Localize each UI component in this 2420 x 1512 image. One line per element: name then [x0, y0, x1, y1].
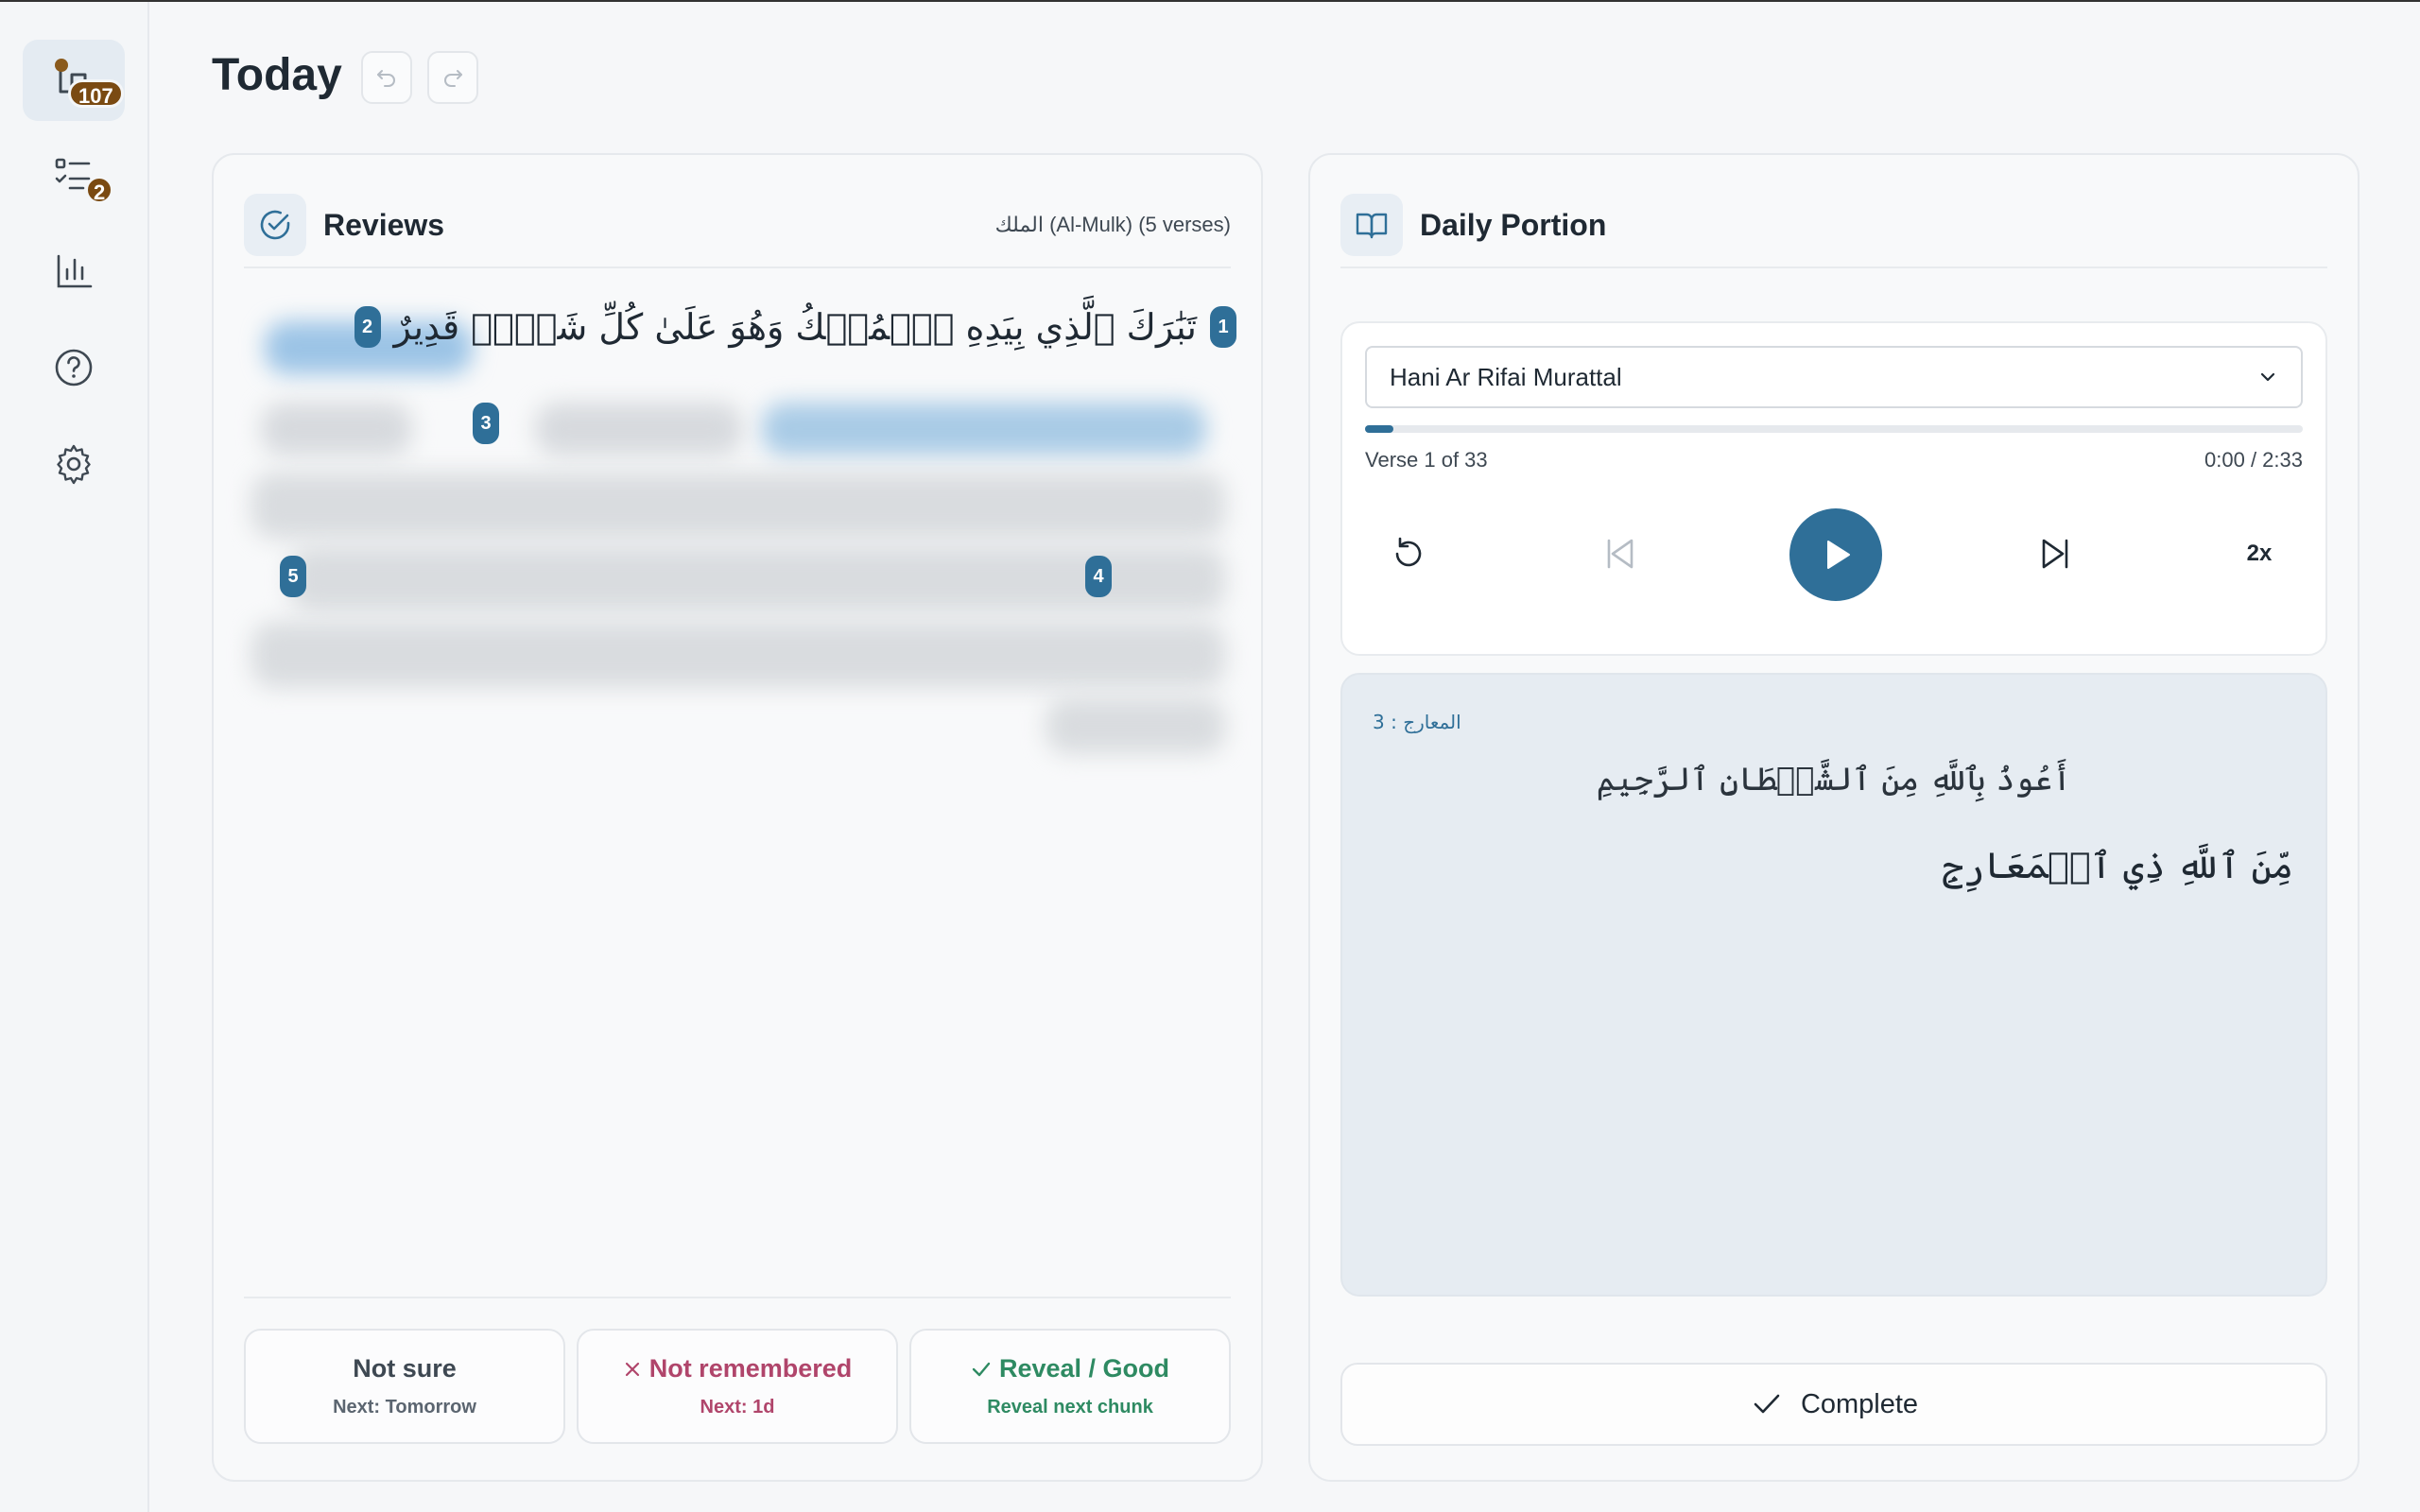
sidebar-item-settings[interactable]: [23, 423, 125, 505]
time-display: 0:00 / 2:33: [2204, 448, 2303, 472]
reviews-panel: Reviews الملك (Al-Mulk) (5 verses) 1 تَب…: [212, 153, 1263, 1482]
complete-label: Complete: [1800, 1388, 1919, 1419]
bar-chart-icon: [57, 254, 93, 288]
play-button[interactable]: [1789, 508, 1882, 601]
reviews-header: Reviews الملك (Al-Mulk) (5 verses): [244, 183, 1231, 268]
book-open-icon: [1356, 213, 1388, 239]
skip-forward-icon: [2042, 539, 2068, 569]
check-icon: [1754, 1394, 1780, 1414]
reciter-select[interactable]: Hani Ar Rifai Murattal: [1365, 346, 2303, 408]
verse-position: Verse 1 of 33: [1365, 448, 1488, 472]
audio-progress-fill: [1365, 425, 1393, 433]
redo-button[interactable]: [427, 51, 478, 104]
next-button[interactable]: [2027, 525, 2083, 582]
hidden-verse-blur: [261, 403, 412, 455]
chevron-down-icon: [2260, 372, 2275, 382]
daily-portion-header: Daily Portion: [1340, 183, 2327, 268]
not-remembered-label: Not remembered: [648, 1354, 853, 1383]
sidebar: 107 2: [0, 2, 149, 1512]
notification-dot: [55, 59, 68, 72]
tasks-badge: 2: [85, 176, 114, 204]
sidebar-item-stats[interactable]: [23, 231, 125, 312]
undo-icon: [377, 70, 395, 87]
verse-reference: المعارج : 3: [1373, 711, 1461, 733]
verse-text: تَبَٰرَكَ ٱلَّذِي بِيَدِهِ ٱلۡمُلۡكُ وَه…: [393, 306, 1197, 348]
reviews-icon-box: [244, 194, 306, 256]
reading-verse-text: مِّنَ ٱللَّهِ ذِي ٱلۡمَعَارِجِ: [1942, 845, 2293, 886]
not-remembered-button[interactable]: Not remembered Next: 1d: [577, 1329, 898, 1444]
reciter-value: Hani Ar Rifai Murattal: [1390, 362, 1622, 391]
surah-meta: الملك (Al-Mulk) (5 verses): [994, 213, 1231, 236]
audio-player: Hani Ar Rifai Murattal Verse 1 of 33 0:0…: [1340, 321, 2327, 656]
not-sure-label: Not sure: [353, 1354, 457, 1383]
hidden-verse-blur: [1046, 697, 1225, 754]
help-icon: [55, 349, 93, 387]
sidebar-item-memorize[interactable]: 107: [23, 40, 125, 121]
verse-number: 1: [1210, 306, 1236, 348]
memorize-badge: 107: [68, 79, 124, 108]
previous-button[interactable]: [1592, 525, 1649, 582]
skip-back-icon: [1607, 539, 1634, 569]
hidden-verse-blur: [535, 403, 743, 455]
verse-number: 5: [280, 556, 306, 597]
replay-icon: [1395, 537, 1422, 567]
sidebar-item-tasks[interactable]: 2: [23, 134, 125, 215]
verse-number: 2: [354, 306, 381, 348]
close-icon: [625, 1362, 639, 1376]
audio-progress-bar[interactable]: [1365, 425, 2303, 433]
hidden-verse-blur: [762, 403, 1206, 455]
reviews-title: Reviews: [323, 207, 445, 242]
player-meta: Verse 1 of 33 0:00 / 2:33: [1365, 448, 2303, 472]
sidebar-item-help[interactable]: [23, 327, 125, 408]
not-sure-sub: Next: Tomorrow: [333, 1397, 476, 1418]
replay-button[interactable]: [1380, 525, 1437, 582]
visible-verse: 1 تَبَٰرَكَ ٱلَّذِي بِيَدِهِ ٱلۡمُلۡكُ و…: [354, 306, 1236, 348]
check-icon: [972, 1362, 991, 1376]
page-title: Today: [212, 50, 342, 100]
reading-area: المعارج : 3 أَعُوذُ بِٱللَّهِ مِنَ ٱلشَّ…: [1340, 673, 2327, 1297]
daily-portion-title: Daily Portion: [1420, 207, 1607, 242]
verse-number: 4: [1085, 556, 1112, 597]
reveal-good-sub: Reveal next chunk: [987, 1397, 1153, 1418]
reveal-good-button[interactable]: Reveal / Good Reveal next chunk: [909, 1329, 1231, 1444]
check-circle-icon: [260, 210, 290, 240]
divider: [244, 1297, 1231, 1298]
undo-button[interactable]: [361, 51, 412, 104]
complete-button[interactable]: Complete: [1340, 1363, 2327, 1446]
daily-portion-panel: Daily Portion Hani Ar Rifai Murattal Ver…: [1308, 153, 2360, 1482]
not-sure-button[interactable]: Not sure Next: Tomorrow: [244, 1329, 565, 1444]
hidden-verse-blur: [251, 472, 1225, 539]
speed-button[interactable]: 2x: [2231, 525, 2288, 582]
play-icon: [1827, 541, 1850, 569]
hidden-verse-blur: [251, 622, 1225, 688]
verse-number: 3: [473, 403, 499, 444]
istiadha-text: أَعُوذُ بِٱللَّهِ مِنَ ٱلشَّيۡطَانِ ٱلرَ…: [1596, 761, 2072, 799]
gear-icon: [57, 444, 91, 485]
redo-icon: [444, 70, 462, 87]
daily-icon-box: [1340, 194, 1403, 256]
not-remembered-sub: Next: 1d: [700, 1397, 775, 1418]
reveal-good-label: Reveal / Good: [998, 1354, 1170, 1383]
